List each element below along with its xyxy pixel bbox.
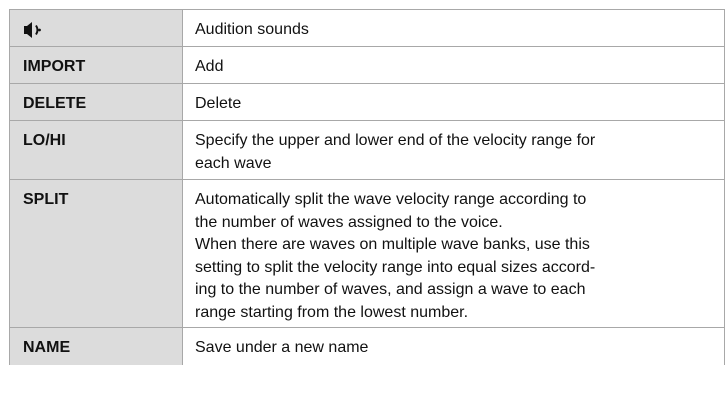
description-line: ing to the number of waves, and assign a… (195, 281, 586, 298)
speaker-icon (23, 22, 45, 46)
name-key-cell: NAME (9, 327, 183, 365)
table-row: DELETE Delete (9, 83, 725, 121)
audition-key-cell (9, 9, 183, 47)
import-description: Add (182, 46, 725, 84)
table-row: SPLIT Automatically split the wave veloc… (9, 179, 725, 328)
table-row: Audition sounds (9, 9, 725, 47)
description-line: Delete (195, 95, 242, 112)
description-line: range starting from the lowest number. (195, 303, 469, 321)
description-line: Specify the upper and lower end of the v… (195, 132, 596, 149)
table-row: LO/HI Specify the upper and lower end of… (9, 120, 725, 180)
description-line: Save under a new name (195, 339, 369, 356)
lohi-description: Specify the upper and lower end of the v… (182, 120, 725, 180)
delete-key-cell: DELETE (9, 83, 183, 121)
description-line: Audition sounds (195, 21, 309, 38)
audition-description: Audition sounds (182, 9, 725, 47)
description-line: Automatically split the wave velocity ra… (195, 191, 587, 208)
delete-description: Delete (182, 83, 725, 121)
table-row: NAME Save under a new name (9, 327, 725, 365)
name-description: Save under a new name (182, 327, 725, 365)
description-line: Add (195, 58, 224, 75)
description-line: setting to split the velocity range into… (195, 258, 596, 276)
split-key-cell: SPLIT (9, 179, 183, 328)
description-line: each wave (195, 154, 272, 172)
parameter-table: Audition sounds IMPORT Add DELETE Delete… (9, 9, 725, 365)
description-line: When there are waves on multiple wave ba… (195, 236, 590, 253)
table-row: IMPORT Add (9, 46, 725, 84)
split-description: Automatically split the wave velocity ra… (182, 179, 725, 328)
description-line: the number of waves assigned to the voic… (195, 213, 503, 231)
import-key-cell: IMPORT (9, 46, 183, 84)
lohi-key-cell: LO/HI (9, 120, 183, 180)
